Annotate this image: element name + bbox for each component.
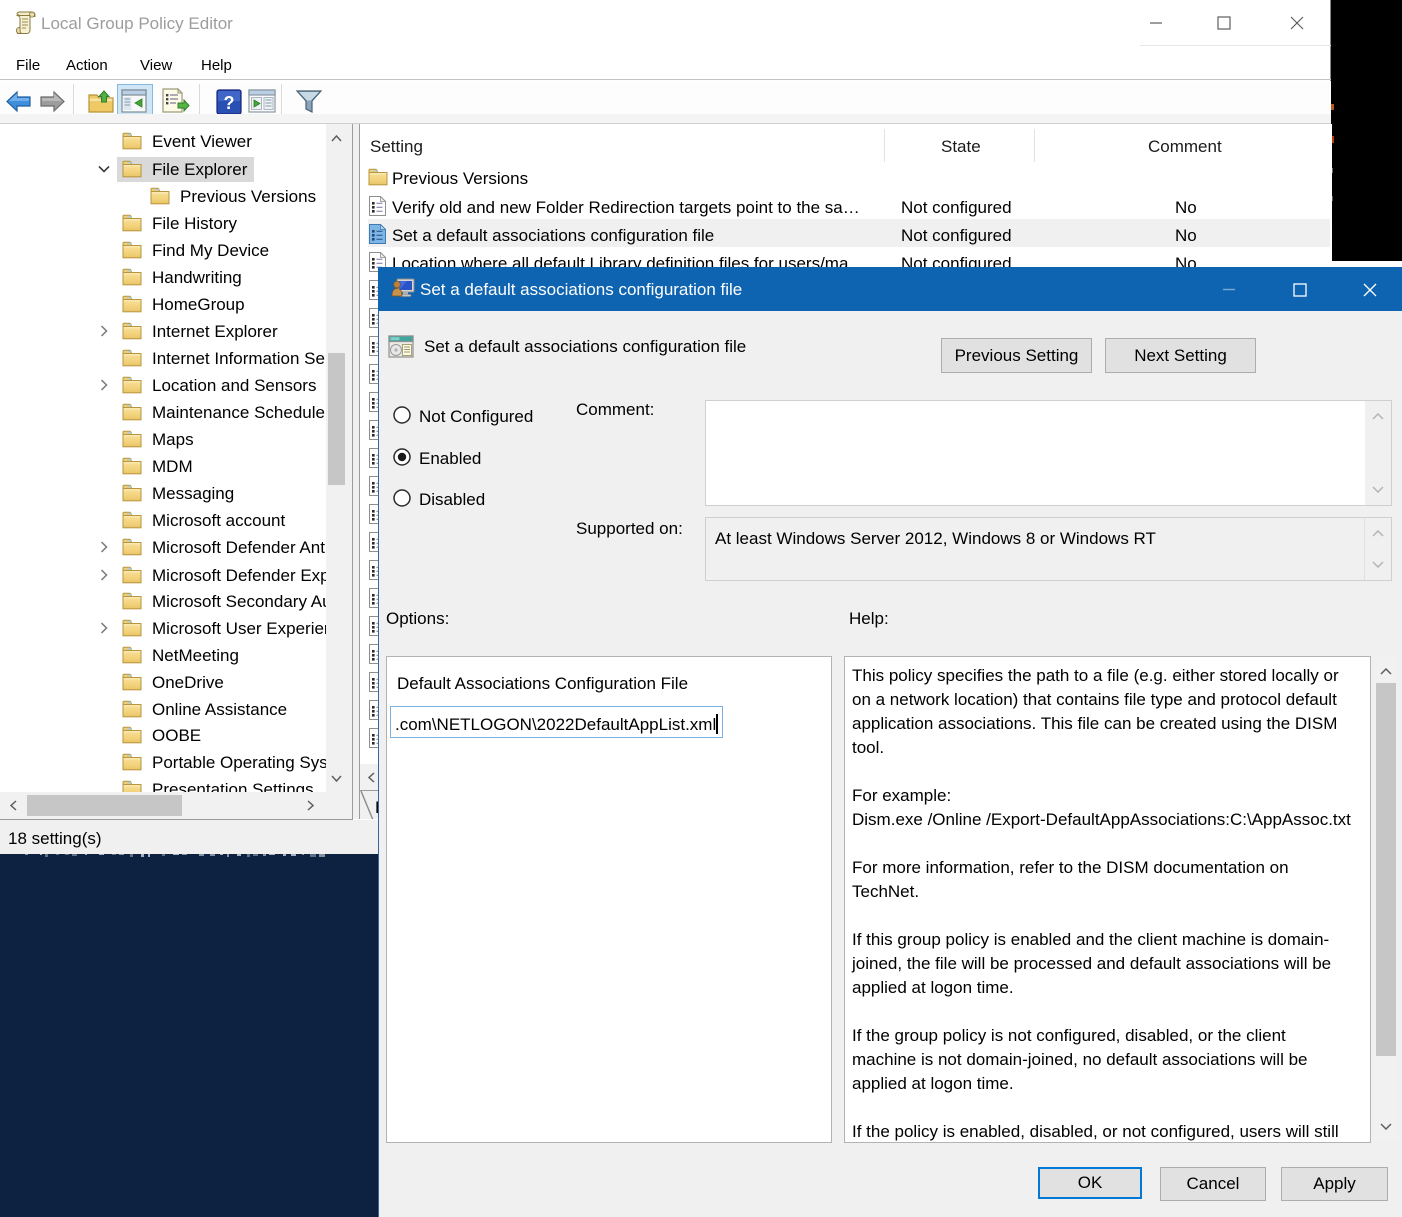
svg-text:?: ? (224, 93, 235, 113)
